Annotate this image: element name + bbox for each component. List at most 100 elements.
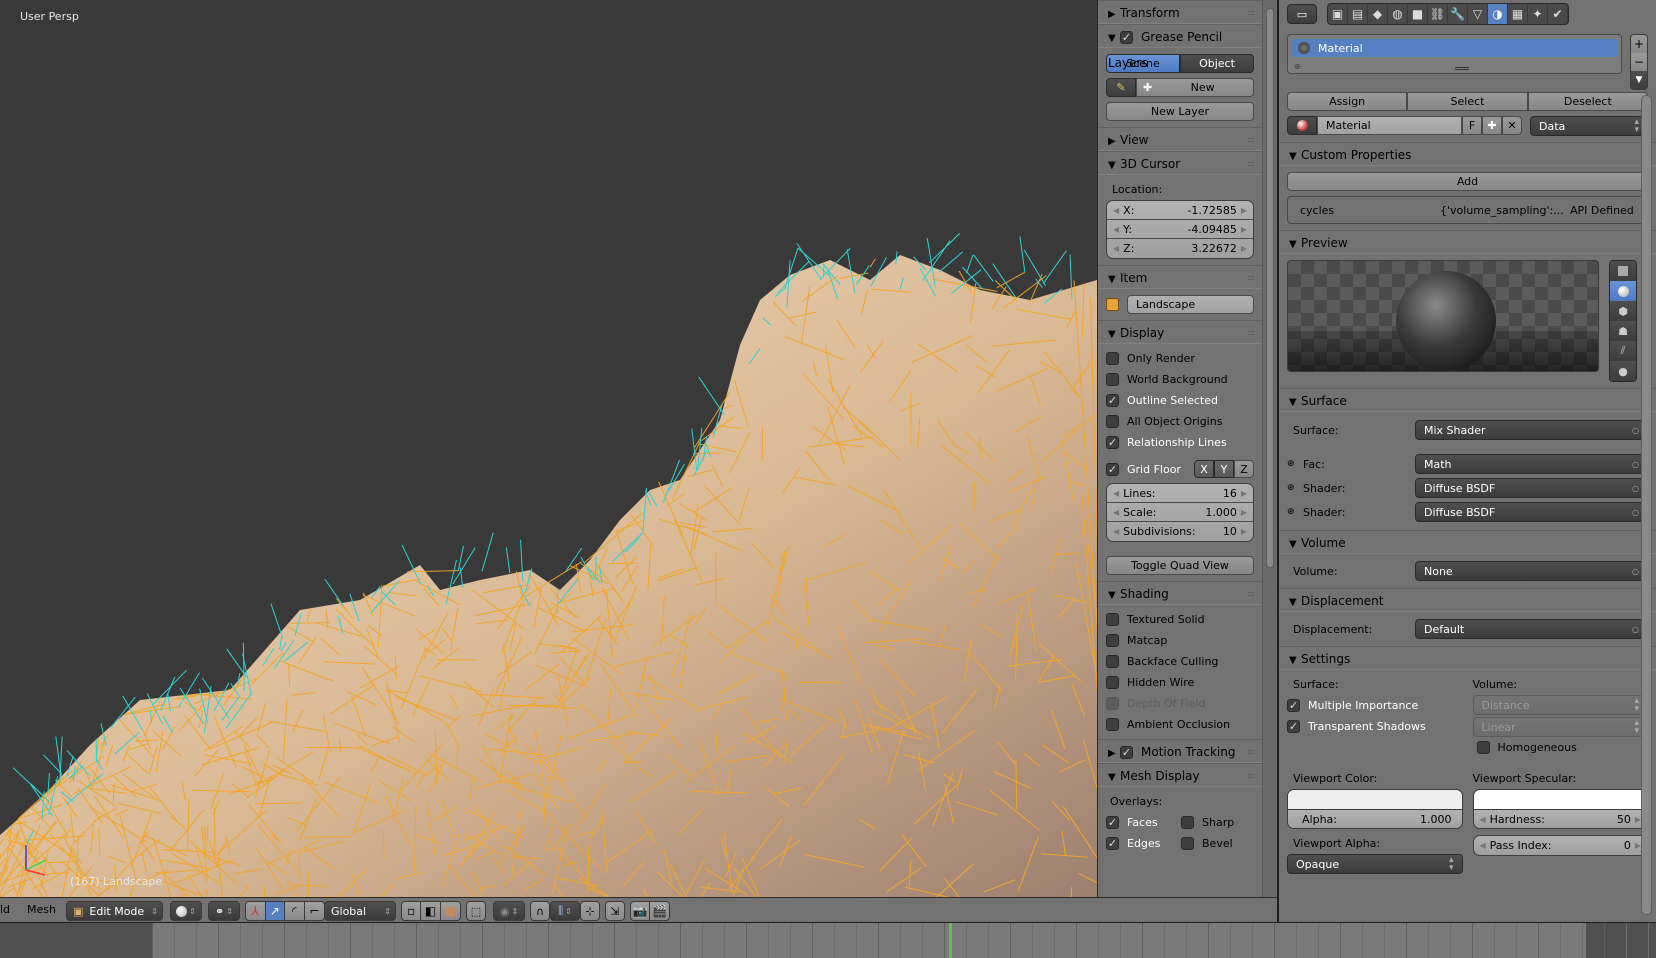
object-name-field[interactable]: Landscape <box>1127 295 1254 314</box>
edge-select-mode[interactable]: ◧ <box>421 902 441 920</box>
rotate-manipulator[interactable]: ◜ <box>285 902 305 920</box>
slot-specials-menu[interactable]: ▼ <box>1631 71 1647 89</box>
new-layer-button[interactable]: New Layer <box>1106 102 1254 121</box>
faces-checkbox[interactable]: ✓ Faces <box>1106 812 1181 833</box>
cursor-x-field[interactable]: ◀ X: -1.72585 ▶ <box>1107 201 1253 220</box>
snap-toggle[interactable]: ∩ <box>530 901 550 921</box>
panel-mesh-display[interactable]: ▼ Mesh Display:::: <box>1098 763 1262 787</box>
grease-pencil-checkbox[interactable]: ✓ <box>1120 31 1133 44</box>
motion-tracking-checkbox[interactable]: ✓ <box>1120 746 1133 759</box>
add-material-slot-button[interactable]: + <box>1631 35 1647 53</box>
tab-render[interactable]: ▣ <box>1328 4 1348 24</box>
fac-input-select[interactable]: Math ○ <box>1415 454 1648 474</box>
panel-custom-properties[interactable]: ▼Custom Properties:::: <box>1279 142 1656 166</box>
displacement-select[interactable]: Default ○ <box>1415 619 1648 639</box>
ambient-occlusion-checkbox[interactable]: Ambient Occlusion <box>1106 714 1254 735</box>
relationship-lines-checkbox[interactable]: ✓ Relationship Lines <box>1106 432 1254 453</box>
current-frame-indicator[interactable] <box>949 923 952 958</box>
vertex-select-mode[interactable]: ▫ <box>402 902 422 920</box>
edges-checkbox[interactable]: ✓ Edges <box>1106 833 1181 854</box>
volume-interpolation-select[interactable]: Linear ▴ ▾ <box>1472 717 1648 737</box>
preview-cube-button[interactable]: ⬢ <box>1610 301 1636 321</box>
tab-object[interactable]: ■ <box>1408 4 1428 24</box>
properties-scrollbar[interactable] <box>1641 95 1652 915</box>
only-render-checkbox[interactable]: Only Render <box>1106 348 1254 369</box>
viewport-specular-swatch[interactable] <box>1473 790 1647 809</box>
object-toggle[interactable]: Object <box>1180 54 1254 73</box>
remove-material-slot-button[interactable]: − <box>1631 53 1647 71</box>
pencil-datablock-selector[interactable]: ✎ <box>1106 78 1136 97</box>
panel-view[interactable]: ▶ View:::: <box>1098 127 1262 151</box>
tab-render-layers[interactable]: ▤ <box>1348 4 1368 24</box>
shelf-scroll-thumb[interactable] <box>1266 8 1274 568</box>
translate-manipulator[interactable]: ↗ <box>265 902 285 920</box>
preview-flat-button[interactable] <box>1610 261 1636 281</box>
tab-material[interactable]: ◑ <box>1488 4 1508 24</box>
unlink-material-button[interactable]: ✕ <box>1502 116 1522 135</box>
tab-constraints[interactable]: ⛓ <box>1428 4 1448 24</box>
preview-sphere-button[interactable] <box>1610 281 1636 301</box>
grid-lines-field[interactable]: ◀ Lines: 16 ▶ <box>1107 484 1253 503</box>
manipulator-toggle[interactable]: ⅄ <box>246 902 266 920</box>
tab-scene[interactable]: ◆ <box>1368 4 1388 24</box>
world-background-checkbox[interactable]: World Background <box>1106 369 1254 390</box>
grid-axis-z-toggle[interactable]: Z <box>1234 460 1254 478</box>
limit-selection-visible[interactable]: ⬚ <box>466 901 486 921</box>
grid-subdivisions-field[interactable]: ◀ Subdivisions: 10 ▶ <box>1107 522 1253 541</box>
homogeneous-checkbox[interactable]: Homogeneous <box>1473 737 1649 758</box>
new-gpencil-button[interactable]: ✚ New <box>1136 78 1254 97</box>
new-material-button[interactable]: ✚ <box>1482 116 1502 135</box>
panel-displacement[interactable]: ▼Displacement:::: <box>1279 588 1656 612</box>
hidden-wire-checkbox[interactable]: Hidden Wire <box>1106 672 1254 693</box>
menu-mesh[interactable]: Mesh <box>27 903 56 916</box>
proportional-edit-select[interactable]: ◉ ⇕ <box>493 901 525 921</box>
panel-grease-pencil[interactable]: ▼ ✓ Grease Pencil Layers <box>1098 24 1262 70</box>
menu-add-partial[interactable]: ld <box>0 903 10 916</box>
list-resize-handle[interactable] <box>1454 67 1469 70</box>
snap-target-button[interactable]: ⊹ <box>580 901 600 921</box>
face-select-mode[interactable]: ■ <box>441 902 460 920</box>
hardness-field[interactable]: ◀ Hardness: 50 ▶ <box>1473 809 1647 828</box>
panel-settings[interactable]: ▼Settings:::: <box>1279 646 1656 670</box>
render-still-button[interactable]: 📷 <box>631 902 651 920</box>
textured-solid-checkbox[interactable]: Textured Solid <box>1106 609 1254 630</box>
preview-sky-button[interactable]: ● <box>1610 361 1636 381</box>
select-button[interactable]: Select <box>1407 92 1528 111</box>
panel-surface[interactable]: ▼Surface:::: <box>1279 388 1656 412</box>
panel-motion-tracking[interactable]: ▶ ✓ Motion Tracking:::: <box>1098 739 1262 763</box>
bevel-checkbox[interactable]: Bevel <box>1181 833 1233 854</box>
panel-volume[interactable]: ▼Volume:::: <box>1279 530 1656 554</box>
tab-texture[interactable]: ▦ <box>1508 4 1528 24</box>
preview-monkey-button[interactable]: ☗ <box>1610 321 1636 341</box>
tab-modifiers[interactable]: 🔧 <box>1448 4 1468 24</box>
material-browse-button[interactable] <box>1287 116 1317 135</box>
assign-button[interactable]: Assign <box>1287 92 1408 111</box>
editor-type-menu[interactable]: ▭ <box>1287 4 1317 24</box>
socket-expand-icon[interactable]: ⊕ <box>1287 507 1303 517</box>
tab-data[interactable]: ▽ <box>1468 4 1488 24</box>
shader2-input-select[interactable]: Diffuse BSDF ○ <box>1415 502 1648 522</box>
material-name-field[interactable]: Material <box>1317 116 1462 135</box>
mode-select[interactable]: ▣ Edit Mode ⇕ <box>66 901 163 921</box>
panel-transform[interactable]: ▶ Transform:::: <box>1098 0 1262 24</box>
preview-hair-button[interactable]: ⫽ <box>1610 341 1636 361</box>
volume-shader-select[interactable]: None ○ <box>1415 561 1648 581</box>
viewport-alpha-select[interactable]: Opaque ▴ ▾ <box>1287 854 1463 874</box>
material-slot-list[interactable]: Material ⊕ <box>1287 34 1622 74</box>
link-type-select[interactable]: Data ▴ ▾ <box>1530 116 1648 136</box>
fake-user-button[interactable]: F <box>1462 116 1482 135</box>
cursor-y-field[interactable]: ◀ Y: -4.09485 ▶ <box>1107 220 1253 239</box>
grid-scale-field[interactable]: ◀ Scale: 1.000 ▶ <box>1107 503 1253 522</box>
volume-sampling-select[interactable]: Distance ▴ ▾ <box>1472 695 1648 715</box>
backface-culling-checkbox[interactable]: Backface Culling <box>1106 651 1254 672</box>
panel-display[interactable]: ▼ Display:::: <box>1098 320 1262 344</box>
panel-shading[interactable]: ▼ Shading:::: <box>1098 581 1262 605</box>
surface-shader-select[interactable]: Mix Shader ○ <box>1415 420 1648 440</box>
snap-element-select[interactable]: ⫼ ⇕ <box>550 901 580 921</box>
alpha-field[interactable]: Alpha: 1.000 <box>1288 809 1462 828</box>
panel-preview[interactable]: ▼Preview:::: <box>1279 230 1656 254</box>
tab-world[interactable]: ◍ <box>1388 4 1408 24</box>
viewport-color-swatch[interactable] <box>1288 790 1462 809</box>
pivot-point-select[interactable]: ⚭ ⇕ <box>208 901 240 921</box>
viewport-shading-select[interactable]: ⇕ <box>170 901 202 921</box>
